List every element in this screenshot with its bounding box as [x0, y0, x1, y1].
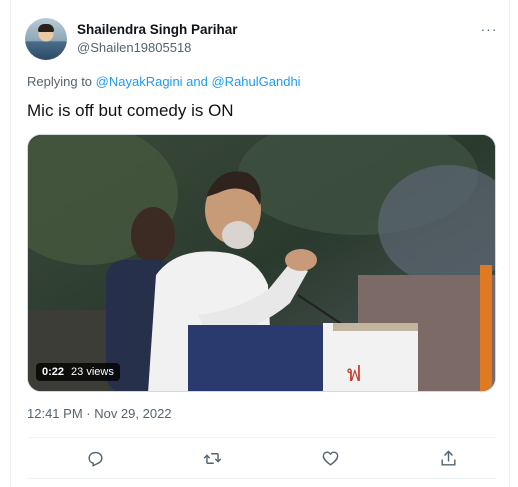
video-duration: 0:22 — [42, 366, 65, 378]
reply-context: Replying to @NayakRagini and @RahulGandh… — [27, 74, 301, 89]
video-views: 23 views — [71, 366, 114, 378]
video-stats-badge: 0:22 23 views — [36, 363, 120, 381]
more-options-icon[interactable]: ··· — [475, 22, 503, 40]
share-icon — [440, 450, 456, 466]
tweet-text: Mic is off but comedy is ON — [27, 101, 234, 120]
tweet-timestamp[interactable]: 12:41 PM · Nov 29, 2022 — [27, 406, 172, 421]
tweet-card[interactable]: Shailendra Singh Parihar @Shailen1980551… — [10, 0, 510, 487]
reply-context-joiner: and — [182, 74, 212, 89]
mention-link[interactable]: @NayakRagini — [96, 74, 183, 89]
svg-text:ฟ: ฟ — [346, 361, 362, 386]
action-bar — [27, 446, 496, 470]
retweet-button[interactable] — [200, 446, 224, 470]
author-name[interactable]: Shailendra Singh Parihar — [77, 22, 238, 37]
video-player[interactable]: ฟ 0:22 23 views — [27, 134, 496, 392]
share-button[interactable] — [436, 446, 460, 470]
retweet-icon — [203, 452, 221, 464]
divider — [27, 478, 496, 479]
video-frame: ฟ — [28, 135, 495, 391]
author-handle[interactable]: @Shailen19805518 — [77, 40, 191, 55]
reply-context-prefix: Replying to — [27, 74, 96, 89]
like-icon — [322, 450, 338, 466]
reply-icon — [87, 451, 103, 467]
avatar[interactable] — [25, 18, 67, 60]
reply-button[interactable] — [83, 446, 107, 470]
divider — [27, 437, 496, 438]
like-button[interactable] — [318, 446, 342, 470]
mention-link[interactable]: @RahulGandhi — [211, 74, 300, 89]
